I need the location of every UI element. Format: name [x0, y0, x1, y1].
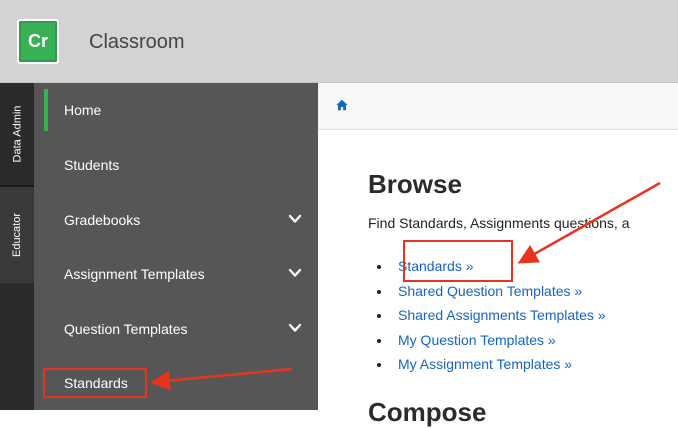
arrow-to-sidebar-standards: [150, 367, 293, 391]
arrow-to-standards-link: [517, 181, 661, 264]
annotation-arrows: [150, 181, 661, 391]
